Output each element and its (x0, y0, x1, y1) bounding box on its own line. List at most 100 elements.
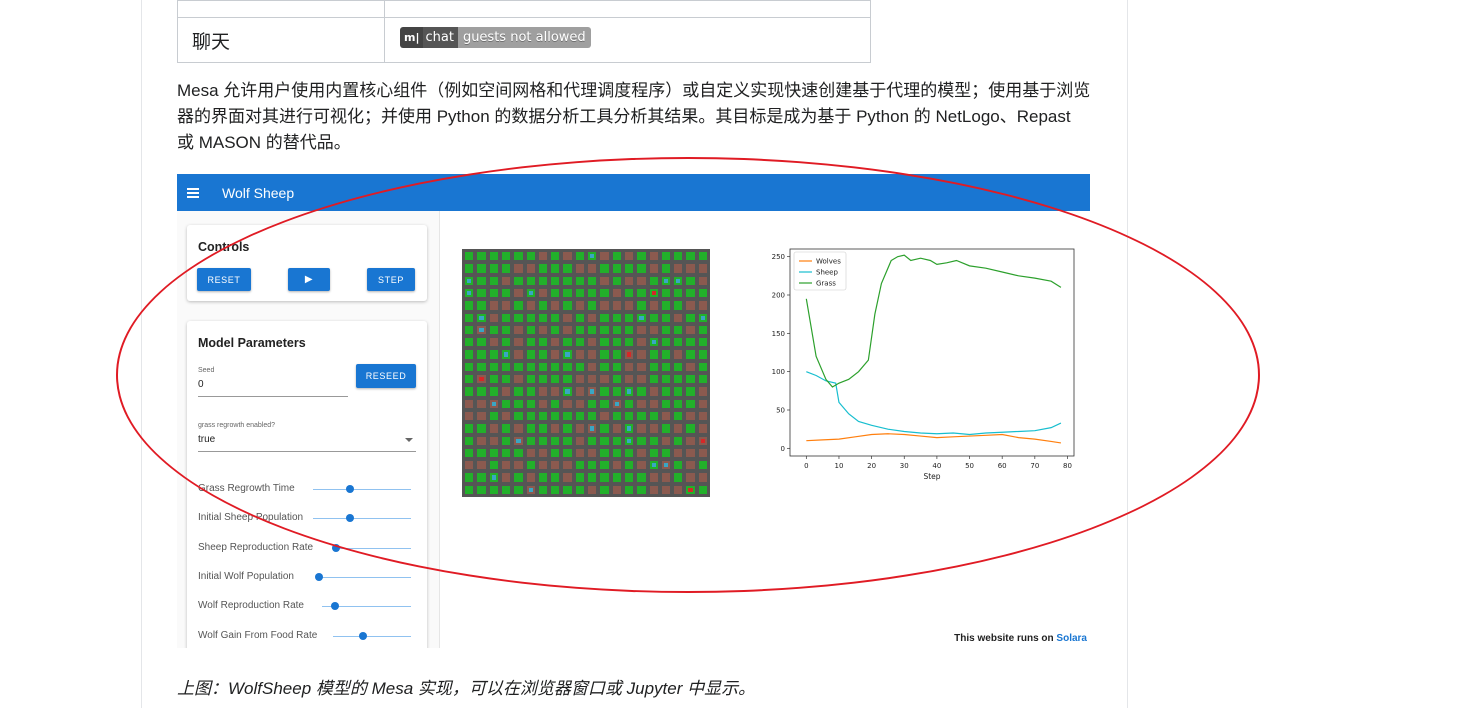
grass-cell (526, 252, 535, 261)
grass-cell (600, 338, 609, 347)
dirt-cell (563, 461, 572, 470)
dirt-cell (514, 424, 523, 433)
sheep-cell (624, 424, 634, 433)
grass-cell (538, 424, 548, 433)
sheep-cell (477, 313, 486, 322)
y-tick-label: 150 (772, 330, 785, 338)
grass-cell (637, 288, 646, 298)
slider-track[interactable] (313, 518, 411, 520)
slider-track[interactable] (313, 489, 411, 490)
grass-cell (465, 448, 474, 458)
grass-cell (526, 424, 535, 433)
grass-cell (575, 411, 584, 421)
dirt-cell (551, 350, 560, 359)
grass-cell (674, 288, 683, 298)
dirt-cell (465, 399, 474, 408)
chat-badge[interactable]: m| chat guests not allowed (400, 27, 591, 49)
grass-cell (563, 424, 572, 433)
grass-cell (686, 399, 695, 408)
dirt-cell (575, 448, 584, 458)
sheep-cell (661, 276, 671, 285)
grass-cell (489, 350, 498, 359)
grass-cell (465, 485, 474, 494)
dropdown-arrow-icon[interactable] (405, 438, 413, 442)
dirt-cell (661, 485, 671, 494)
wolf-cell (686, 485, 695, 494)
grass-cell (661, 252, 671, 261)
grass-cell (563, 301, 572, 310)
grass-regrowth-select[interactable]: true (198, 434, 215, 445)
dirt-cell (575, 350, 584, 359)
dirt-cell (661, 473, 671, 482)
x-tick-label: 30 (900, 462, 909, 470)
grass-cell (674, 375, 683, 384)
dirt-cell (575, 387, 584, 396)
grass-cell (612, 362, 621, 371)
grass-cell (575, 473, 584, 482)
grass-cell (588, 301, 597, 310)
grass-cell (600, 436, 609, 445)
seed-input[interactable]: 0 (198, 379, 204, 390)
dirt-cell (600, 252, 609, 261)
app-title: Wolf Sheep (222, 184, 295, 201)
grass-cell (477, 362, 486, 371)
grass-cell (600, 424, 609, 433)
grass-cell (501, 448, 511, 458)
dirt-cell (674, 264, 683, 273)
dirt-cell (637, 375, 646, 384)
dirt-cell (477, 411, 486, 421)
slider-track[interactable] (317, 576, 411, 578)
dirt-cell (501, 473, 511, 482)
grass-cell (563, 436, 572, 445)
grass-cell (489, 461, 498, 470)
grass-cell (501, 375, 511, 384)
reset-button[interactable]: RESET (197, 268, 251, 291)
grass-cell (526, 325, 535, 335)
grass-cell (477, 264, 486, 273)
dirt-cell (514, 338, 523, 347)
grass-cell (551, 325, 560, 335)
grass-cell (514, 473, 523, 482)
slider-knob[interactable] (314, 572, 323, 581)
grass-cell (649, 436, 658, 445)
grass-cell (575, 313, 584, 322)
slider-knob[interactable] (358, 631, 367, 640)
dirt-cell (588, 362, 597, 371)
dirt-cell (489, 301, 498, 310)
grass-cell (674, 473, 683, 482)
sheep-cell (514, 436, 523, 445)
slider-knob[interactable] (331, 602, 340, 611)
grass-cell (624, 485, 634, 494)
dirt-cell (698, 399, 707, 408)
table-value-chat: m| chat guests not allowed (384, 17, 871, 63)
grass-cell (514, 448, 523, 458)
slider-track[interactable] (332, 547, 411, 549)
grass-cell (698, 461, 707, 470)
dirt-cell (649, 252, 658, 261)
grass-cell (612, 325, 621, 335)
slider-knob[interactable] (346, 485, 355, 493)
dirt-cell (563, 399, 572, 408)
hamburger-menu-icon[interactable] (187, 187, 199, 198)
grass-cell (686, 252, 695, 261)
grass-cell (526, 276, 535, 285)
reseed-button[interactable]: RESEED (356, 364, 416, 388)
grass-cell (649, 375, 658, 384)
grass-cell (624, 448, 634, 458)
dirt-cell (575, 301, 584, 310)
slider-label: Wolf Gain From Food Rate (198, 629, 318, 641)
step-button[interactable]: STEP (367, 268, 415, 291)
dirt-cell (526, 448, 535, 458)
slider-knob[interactable] (346, 514, 355, 523)
dirt-cell (698, 448, 707, 458)
legend-label: Wolves (816, 258, 841, 266)
slider-track[interactable] (333, 635, 411, 637)
grass-cell (563, 288, 572, 298)
play-button[interactable]: ▶ (288, 268, 330, 291)
dirt-cell (588, 313, 597, 322)
grass-cell (563, 362, 572, 371)
solara-link[interactable]: Solara (1056, 633, 1087, 644)
slider-knob[interactable] (331, 543, 340, 552)
sheep-cell (563, 350, 572, 359)
grass-cell (698, 350, 707, 359)
